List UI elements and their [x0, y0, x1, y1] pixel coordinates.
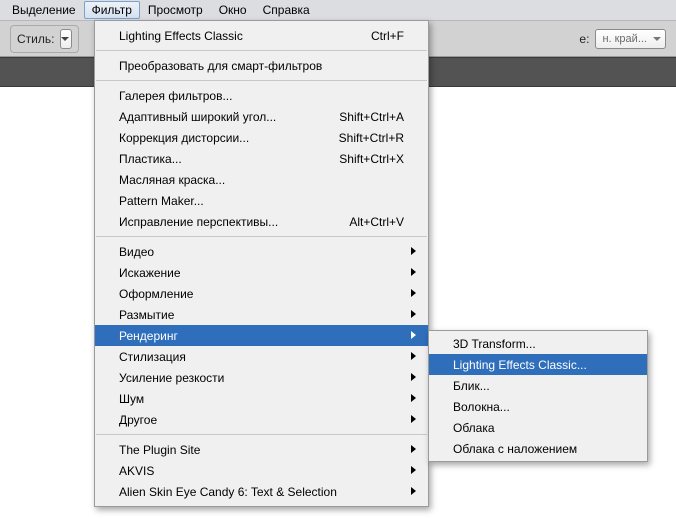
menu-separator — [96, 80, 427, 81]
menu-item-исправление-перспективы[interactable]: Исправление перспективы... Alt+Ctrl+V — [95, 211, 428, 232]
menu-item-label: Галерея фильтров... — [119, 89, 404, 103]
menu-item-label: Блик... — [453, 379, 633, 393]
menu-item-label: Усиление резкости — [119, 371, 404, 385]
menu-item-selection[interactable]: Выделение — [4, 1, 84, 19]
menu-item-label: Alien Skin Eye Candy 6: Text & Selection — [119, 485, 404, 499]
filter-menu: Lighting Effects Classic Ctrl+F Преобразо… — [94, 20, 429, 507]
menu-separator — [96, 434, 427, 435]
menu-item-label: The Plugin Site — [119, 443, 404, 457]
menu-item-label: Масляная краска... — [119, 173, 404, 187]
menu-item-label: Пластика... — [119, 152, 323, 166]
menu-item-filter[interactable]: Фильтр — [84, 1, 140, 19]
menu-item-label: Оформление — [119, 287, 404, 301]
menu-separator — [96, 236, 427, 237]
menu-item-label: Другое — [119, 413, 404, 427]
menu-item-shortcut: Ctrl+F — [371, 29, 404, 43]
toolbar-group: Стиль: — [10, 25, 79, 53]
menu-separator — [96, 50, 427, 51]
menu-item-help[interactable]: Справка — [255, 1, 318, 19]
menu-item-label: Видео — [119, 245, 404, 259]
menu-item-akvis[interactable]: AKVIS — [95, 460, 428, 481]
menu-item-облака[interactable]: Облака — [429, 417, 647, 438]
menu-item-view[interactable]: Просмотр — [140, 1, 211, 19]
menu-item-label: Облака с наложением — [453, 442, 633, 456]
menu-item-пластика[interactable]: Пластика... Shift+Ctrl+X — [95, 148, 428, 169]
menu-item-label: Волокна... — [453, 400, 633, 414]
menu-item-shortcut: Alt+Ctrl+V — [349, 215, 404, 229]
menu-item-pattern-maker[interactable]: Pattern Maker... — [95, 190, 428, 211]
menu-item-оформление[interactable]: Оформление — [95, 283, 428, 304]
menu-item-label: Преобразовать для смарт-фильтров — [119, 59, 404, 73]
menu-item-label: Адаптивный широкий угол... — [119, 110, 323, 124]
menu-item-адаптивный-широкий-угол[interactable]: Адаптивный широкий угол... Shift+Ctrl+A — [95, 106, 428, 127]
menu-item-коррекция-дисторсии[interactable]: Коррекция дисторсии... Shift+Ctrl+R — [95, 127, 428, 148]
menu-item-label: 3D Transform... — [453, 337, 633, 351]
menu-item-искажение[interactable]: Искажение — [95, 262, 428, 283]
menu-item-3d-transform[interactable]: 3D Transform... — [429, 333, 647, 354]
menu-item-label: Lighting Effects Classic... — [453, 358, 633, 372]
menu-item-другое[interactable]: Другое — [95, 409, 428, 430]
menu-item-преобразовать-для-смарт-фильтров[interactable]: Преобразовать для смарт-фильтров — [95, 55, 428, 76]
menu-item-галерея-фильтров[interactable]: Галерея фильтров... — [95, 85, 428, 106]
menu-item-шум[interactable]: Шум — [95, 388, 428, 409]
menu-item-shortcut: Shift+Ctrl+A — [339, 110, 404, 124]
menu-item-label: Исправление перспективы... — [119, 215, 333, 229]
menu-item-label: Искажение — [119, 266, 404, 280]
menu-item-shortcut: Shift+Ctrl+X — [339, 152, 404, 166]
toolbar-right-field[interactable]: н. край... — [595, 29, 666, 49]
toolbar-right: е: н. край... — [579, 29, 666, 49]
menu-item-масляная-краска[interactable]: Масляная краска... — [95, 169, 428, 190]
menu-item-window[interactable]: Окно — [211, 1, 255, 19]
menu-item-label: Облака — [453, 421, 633, 435]
menu-item-размытие[interactable]: Размытие — [95, 304, 428, 325]
menu-item-стилизация[interactable]: Стилизация — [95, 346, 428, 367]
menu-item-label: AKVIS — [119, 464, 404, 478]
menu-item-shortcut: Shift+Ctrl+R — [339, 131, 404, 145]
menu-item-label: Рендеринг — [119, 329, 404, 343]
menu-item-label: Стилизация — [119, 350, 404, 364]
menu-item-label: Размытие — [119, 308, 404, 322]
menu-item-label: Lighting Effects Classic — [119, 29, 355, 43]
menu-item-усиление-резкости[interactable]: Усиление резкости — [95, 367, 428, 388]
menu-item-alien-skin-eye-candy-6-text-selection[interactable]: Alien Skin Eye Candy 6: Text & Selection — [95, 481, 428, 502]
menu-item-lighting-effects-classic[interactable]: Lighting Effects Classic Ctrl+F — [95, 25, 428, 46]
menu-item-label: Коррекция дисторсии... — [119, 131, 323, 145]
menubar: Выделение Фильтр Просмотр Окно Справка — [0, 0, 676, 21]
rendering-submenu: 3D Transform... Lighting Effects Classic.… — [428, 330, 648, 462]
menu-item-блик[interactable]: Блик... — [429, 375, 647, 396]
toolbar-right-label: е: — [579, 32, 589, 46]
menu-item-рендеринг[interactable]: Рендеринг — [95, 325, 428, 346]
menu-item-волокна[interactable]: Волокна... — [429, 396, 647, 417]
style-dropdown[interactable] — [60, 29, 72, 49]
menu-item-label: Pattern Maker... — [119, 194, 404, 208]
menu-item-lighting-effects-classic[interactable]: Lighting Effects Classic... — [429, 354, 647, 375]
menu-item-облака-с-наложением[interactable]: Облака с наложением — [429, 438, 647, 459]
style-label: Стиль: — [17, 32, 54, 46]
menu-item-видео[interactable]: Видео — [95, 241, 428, 262]
menu-item-the-plugin-site[interactable]: The Plugin Site — [95, 439, 428, 460]
menu-item-label: Шум — [119, 392, 404, 406]
